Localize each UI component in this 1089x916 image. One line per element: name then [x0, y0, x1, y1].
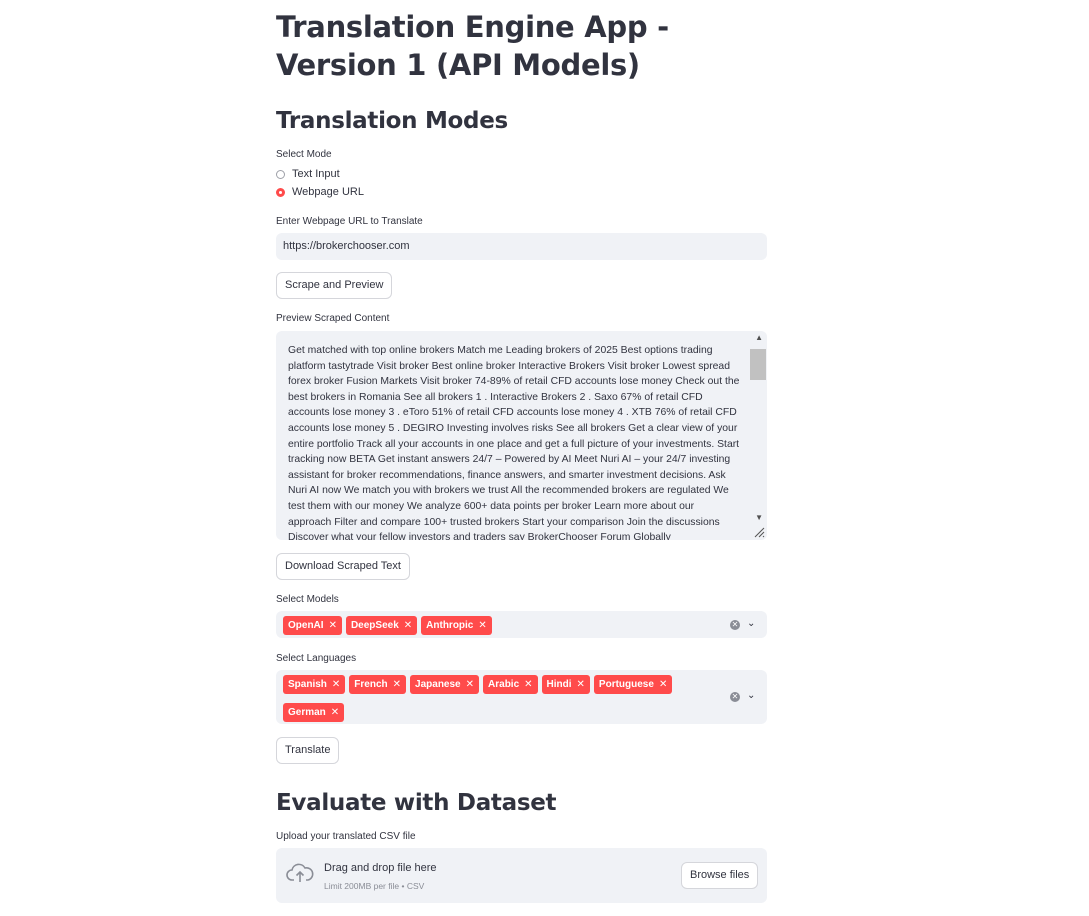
translation-modes-heading: Translation Modes — [276, 108, 508, 134]
chevron-down-icon[interactable]: ⌄ — [747, 690, 755, 701]
chevron-down-icon[interactable]: ⌄ — [747, 618, 755, 629]
remove-tag-icon[interactable]: ✕ — [524, 679, 532, 690]
limit-text: Limit 200MB per file • CSV — [324, 881, 425, 891]
remove-tag-icon[interactable]: ✕ — [393, 679, 401, 690]
clear-all-icon[interactable]: ✕ — [730, 620, 740, 630]
tag-deepseek[interactable]: DeepSeek ✕ — [345, 616, 418, 635]
radio-webpage-url-label: Webpage URL — [292, 186, 364, 198]
clear-all-icon[interactable]: ✕ — [730, 692, 740, 702]
tag-german[interactable]: German ✕ — [283, 703, 345, 722]
models-multiselect[interactable]: OpenAI ✕ DeepSeek ✕ Anthropic ✕ ✕ ⌄ — [276, 611, 767, 638]
radio-webpage-url[interactable]: Webpage URL — [276, 186, 364, 198]
remove-tag-icon[interactable]: ✕ — [577, 679, 585, 690]
tag-french[interactable]: French ✕ — [349, 675, 407, 694]
remove-tag-icon[interactable]: ✕ — [659, 679, 667, 690]
tag-spanish[interactable]: Spanish ✕ — [283, 675, 346, 694]
remove-tag-icon[interactable]: ✕ — [329, 620, 337, 631]
upload-cloud-icon — [286, 863, 314, 882]
scrape-preview-button[interactable]: Scrape and Preview — [276, 272, 393, 299]
radio-text-input[interactable]: Text Input — [276, 168, 340, 180]
drop-text: Drag and drop file here — [324, 862, 437, 874]
scroll-up-icon[interactable]: ▲ — [755, 333, 763, 342]
browse-files-button[interactable]: Browse files — [681, 862, 759, 889]
preview-scrollbar[interactable]: ▲ ▼ — [750, 331, 767, 540]
preview-label: Preview Scraped Content — [276, 313, 390, 324]
page-title: Translation Engine App - Version 1 (API … — [276, 10, 669, 82]
tag-portuguese[interactable]: Portuguese ✕ — [593, 675, 673, 694]
scroll-thumb[interactable] — [750, 349, 766, 380]
remove-tag-icon[interactable]: ✕ — [478, 620, 486, 631]
select-languages-label: Select Languages — [276, 653, 357, 664]
select-mode-label: Select Mode — [276, 149, 332, 160]
radio-checked-icon — [276, 187, 285, 197]
tag-arabic[interactable]: Arabic ✕ — [483, 675, 538, 694]
download-scraped-button[interactable]: Download Scraped Text — [276, 553, 410, 580]
preview-text: Get matched with top online brokers Matc… — [288, 345, 740, 540]
url-label: Enter Webpage URL to Translate — [276, 216, 423, 227]
remove-tag-icon[interactable]: ✕ — [332, 679, 340, 690]
remove-tag-icon[interactable]: ✕ — [331, 707, 339, 718]
scroll-down-icon[interactable]: ▼ — [755, 513, 763, 522]
url-input[interactable]: https://brokerchooser.com — [276, 233, 767, 260]
radio-unchecked-icon — [276, 169, 285, 179]
preview-textarea[interactable]: Get matched with top online brokers Matc… — [276, 331, 767, 540]
tag-openai[interactable]: OpenAI ✕ — [283, 616, 342, 635]
resize-handle-icon[interactable] — [753, 526, 765, 538]
model-tags: OpenAI ✕ DeepSeek ✕ Anthropic ✕ — [283, 615, 703, 643]
tag-anthropic[interactable]: Anthropic ✕ — [421, 616, 492, 635]
language-tags: Spanish ✕ French ✕ Japanese ✕ Arabic ✕ Hindi ✕ Por… — [283, 674, 703, 730]
remove-tag-icon[interactable]: ✕ — [466, 679, 474, 690]
tag-hindi[interactable]: Hindi ✕ — [541, 675, 590, 694]
radio-text-input-label: Text Input — [292, 168, 340, 180]
upload-label: Upload your translated CSV file — [276, 831, 416, 842]
languages-multiselect[interactable]: Spanish ✕ French ✕ Japanese ✕ Arabic ✕ Hindi ✕ Por… — [276, 670, 767, 724]
remove-tag-icon[interactable]: ✕ — [404, 620, 412, 631]
tag-japanese[interactable]: Japanese ✕ — [410, 675, 480, 694]
translate-button[interactable]: Translate — [276, 737, 340, 764]
file-dropzone[interactable]: Drag and drop file here Limit 200MB per … — [276, 848, 767, 903]
select-models-label: Select Models — [276, 594, 339, 605]
evaluate-heading: Evaluate with Dataset — [276, 790, 557, 816]
